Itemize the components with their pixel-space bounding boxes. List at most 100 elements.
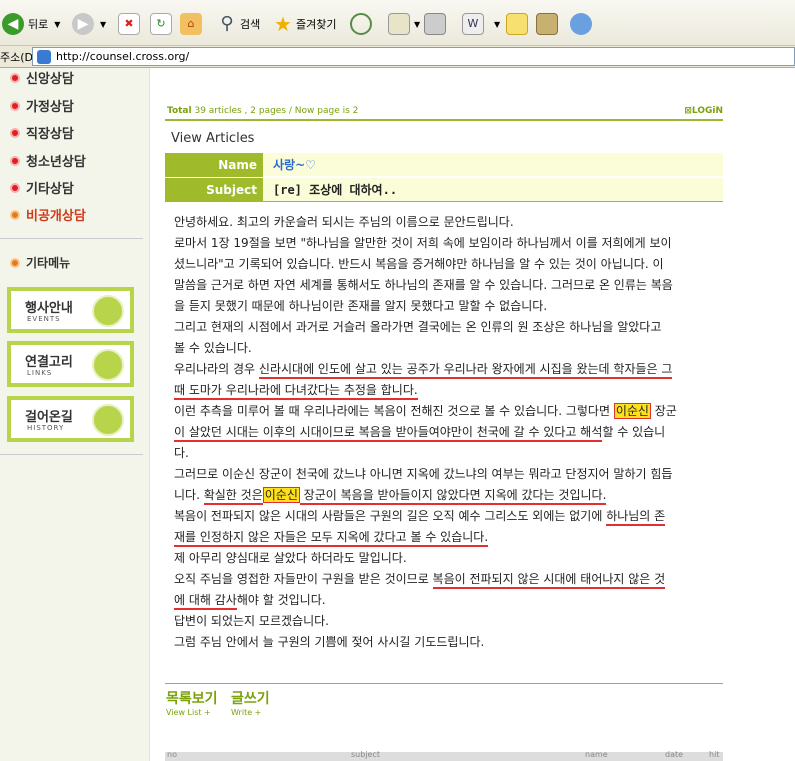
back-arrow-icon: ◀ <box>2 13 24 35</box>
forward-arrow-icon: ▶ <box>72 13 94 35</box>
note-icon <box>506 13 528 35</box>
article-line: 우리나라의 경우 신라시대에 인도에 살고 있는 공주가 우리나라 왕자에게 시… <box>174 359 724 380</box>
bullet-icon <box>10 257 20 268</box>
research-button[interactable] <box>536 10 558 38</box>
other-menu-heading: 기타메뉴 <box>10 254 70 271</box>
text-span: 우리나라의 경우 <box>174 362 259 376</box>
sidebar: 신앙상담 가정상담 직장상담 청소년상담 기타상담 비공개상담 기타메뉴 행사안… <box>0 68 150 761</box>
search-icon: ⚲ <box>220 13 234 34</box>
history-icon <box>350 13 372 35</box>
back-label: 뒤로 <box>28 18 49 31</box>
sidebar-item-family[interactable]: 가정상담 <box>10 96 74 115</box>
bullet-icon <box>10 182 20 193</box>
article-line: 이 살았던 시대는 이후의 시대이므로 복음을 받아들여야만이 천국에 갈 수 … <box>174 422 724 443</box>
bullet-icon <box>10 209 20 220</box>
board-info: Total 39 articles , 2 pages / Now page i… <box>167 106 358 116</box>
article-line: 안녕하세요. 최고의 카운슬러 되시는 주님의 이름으로 문안드립니다. <box>174 215 514 229</box>
sidebar-item-label: 직장상담 <box>26 127 74 142</box>
col-no: no <box>167 750 177 759</box>
sidebar-item-label: 신앙상담 <box>26 72 74 87</box>
text-span: 니다. <box>174 488 204 502</box>
article-line: 셨느니라"고 기록되어 있습니다. 반드시 복음을 증거해야만 하나님을 알 수… <box>174 257 664 271</box>
subject-label: Subject <box>165 178 263 202</box>
refresh-button[interactable]: ↻ <box>150 10 172 38</box>
sidebar-item-youth[interactable]: 청소년상담 <box>10 151 86 170</box>
article-line: 말씀을 근거로 하면 자연 세계를 통해서도 하나님의 존재를 알 수 있습니다… <box>174 278 673 292</box>
stop-icon: ✖ <box>118 13 140 35</box>
article-line: 에 대해 감사해야 할 것입니다. <box>174 590 724 611</box>
mail-button[interactable]: ▼ <box>388 10 420 38</box>
search-button[interactable]: ⚲ 검색 <box>216 10 260 38</box>
sidebar-item-other[interactable]: 기타상담 <box>10 178 74 197</box>
sidebar-item-faith[interactable]: 신앙상담 <box>10 68 74 87</box>
article-line: 다. <box>174 446 189 460</box>
text-span: 이런 추측을 미루어 볼 때 우리나라에는 복음이 전해진 것으로 볼 수 있습… <box>174 404 614 418</box>
bullet-icon <box>10 72 20 83</box>
subject-row: Subject [re] 조상에 대하여.. <box>165 178 723 202</box>
divider <box>165 119 723 121</box>
chevron-down-icon[interactable]: ▼ <box>494 20 500 29</box>
history-button[interactable] <box>350 10 372 38</box>
login-label: LOGiN <box>691 106 723 116</box>
sidebar-item-work[interactable]: 직장상담 <box>10 123 74 142</box>
list-sub: View List + <box>166 708 211 717</box>
home-button[interactable]: ⌂ <box>180 10 202 38</box>
star-icon: ★ <box>274 12 292 36</box>
address-bar: 주소(D) http://counsel.cross.org/ <box>0 46 795 68</box>
article-line: 로마서 1장 19절을 보면 "하나님을 알만한 것이 저희 속에 보임이라 하… <box>174 236 672 250</box>
login-icon: ⊠ <box>684 106 692 116</box>
sidebar-item-private[interactable]: 비공개상담 <box>10 205 86 224</box>
write-button[interactable]: 글쓰기 Write + <box>231 688 270 717</box>
article-line: 그럼 주님 안에서 늘 구원의 기쁨에 젖어 사시길 기도드립니다. <box>174 635 485 649</box>
edit-button[interactable]: W ▼ <box>462 10 500 38</box>
underlined-text: 재를 인정하지 않은 자들은 모두 지옥에 갔다고 볼 수 있습니다. <box>174 530 489 547</box>
research-icon <box>536 13 558 35</box>
divider <box>165 683 723 684</box>
article-line: 제 아무리 양심대로 살았다 하더라도 말입니다. <box>174 551 407 565</box>
events-sub: EVENTS <box>27 315 61 323</box>
forward-button[interactable]: ▶ ▼ <box>72 10 106 38</box>
messenger-icon <box>570 13 592 35</box>
article-line: 이런 추측을 미루어 볼 때 우리나라에는 복음이 전해진 것으로 볼 수 있습… <box>174 401 724 422</box>
print-button[interactable] <box>424 10 446 38</box>
url-text: http://counsel.cross.org/ <box>56 50 190 63</box>
print-icon <box>424 13 446 35</box>
login-link[interactable]: ⊠LOGiN <box>684 106 723 116</box>
write-label: 글쓰기 <box>231 691 270 707</box>
board-table-header: no subject name date hit <box>165 750 723 761</box>
article-line: 그러므로 이순신 장군이 천국에 갔느냐 아니면 지옥에 갔느냐의 여부는 뭐라… <box>174 467 673 481</box>
sidebar-divider <box>0 454 143 455</box>
list-button[interactable]: 목록보기 View List + <box>166 688 218 717</box>
back-button[interactable]: ◀ 뒤로 ▼ <box>2 10 60 38</box>
col-subject: subject <box>351 750 380 759</box>
text-span: 장군 <box>650 404 677 418</box>
bullet-icon <box>10 100 20 111</box>
history-menu-button[interactable]: 걸어온길 HISTORY <box>7 396 134 442</box>
underlined-text: 확실한 것은 <box>203 488 263 505</box>
highlighted-text: 이순신 <box>613 403 651 419</box>
discuss-button[interactable] <box>506 10 528 38</box>
article-line: 그리고 현재의 시점에서 과거로 거슬러 올라가면 결국에는 온 인류의 원 조… <box>174 320 662 334</box>
chevron-down-icon[interactable]: ▼ <box>100 20 106 29</box>
now-page: 2 <box>352 106 359 116</box>
article-line: 답변이 되었는지 모르겠습니다. <box>174 614 329 628</box>
links-button[interactable]: 연결고리 LINKS <box>7 341 134 387</box>
stop-button[interactable]: ✖ <box>118 10 140 38</box>
url-field[interactable]: http://counsel.cross.org/ <box>32 47 795 66</box>
sidebar-divider <box>0 238 143 239</box>
highlighted-text: 이순신 <box>262 487 300 503</box>
other-menu-label: 기타메뉴 <box>26 256 71 270</box>
events-button[interactable]: 행사안내 EVENTS <box>7 287 134 333</box>
messenger-button[interactable] <box>570 10 592 38</box>
view-articles-title: View Articles <box>171 131 255 146</box>
col-hit: hit <box>709 750 720 759</box>
events-label: 행사안내 <box>25 301 73 316</box>
newspaper-icon <box>92 349 124 381</box>
underlined-text: 복음이 전파되지 않은 시대에 태어나지 않은 것 <box>432 572 666 589</box>
article-line: 오직 주님을 영접한 자들만이 구원을 받은 것이므로 복음이 전파되지 않은 … <box>174 569 724 590</box>
chevron-down-icon[interactable]: ▼ <box>54 20 60 29</box>
text-span: 오직 주님을 영접한 자들만이 구원을 받은 것이므로 <box>174 572 433 586</box>
word-icon: W <box>462 13 484 35</box>
chevron-down-icon[interactable]: ▼ <box>414 20 420 29</box>
favorites-button[interactable]: ★ 즐겨찾기 <box>272 10 336 38</box>
